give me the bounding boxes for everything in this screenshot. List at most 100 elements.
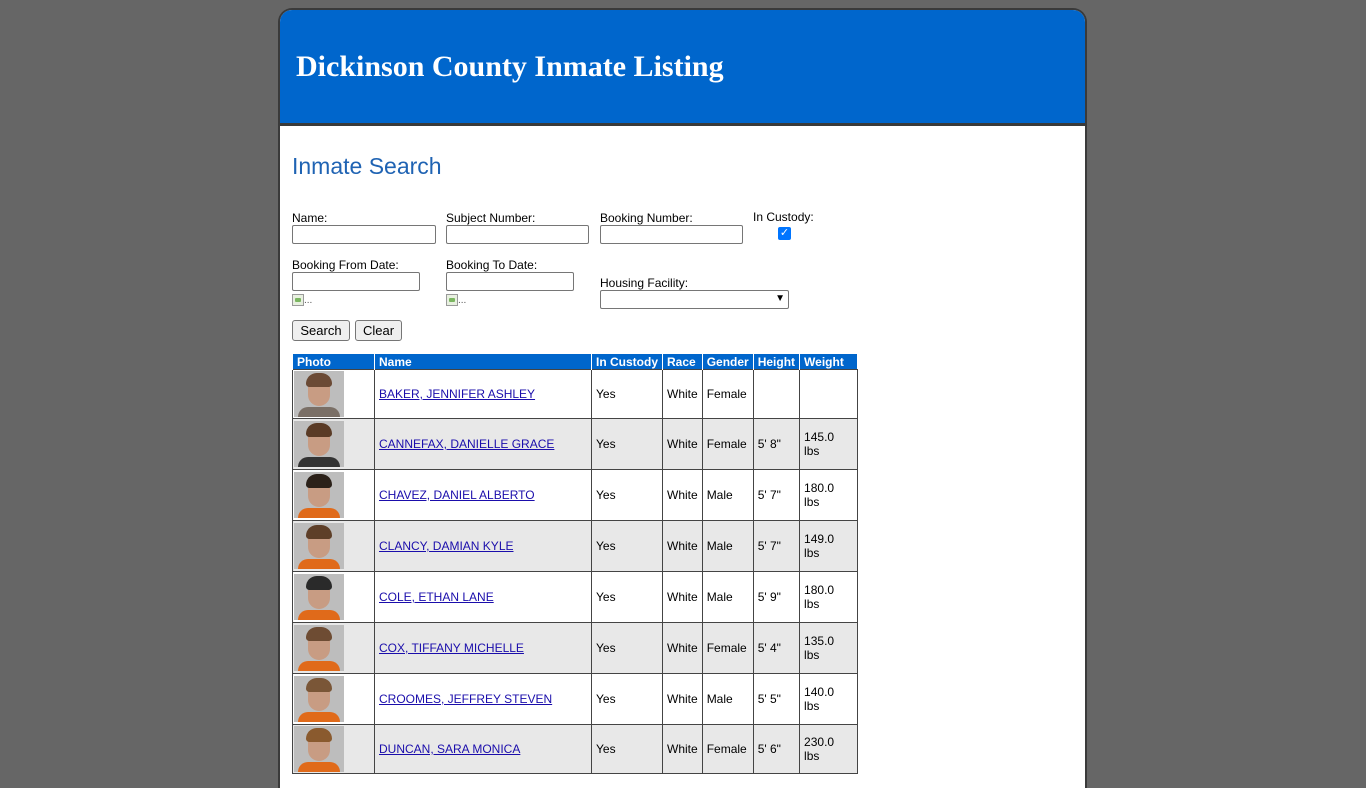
weight-cell: 180.0 lbs xyxy=(799,571,858,623)
housing-facility-select[interactable]: ▼ xyxy=(600,290,789,309)
inmate-name-link[interactable]: CANNEFAX, DANIELLE GRACE xyxy=(379,437,554,451)
column-header-name: Name xyxy=(374,354,592,370)
mugshot-shirt xyxy=(298,407,340,417)
inmate-photo[interactable] xyxy=(294,625,344,671)
mugshot-shirt xyxy=(298,508,340,518)
column-header-race: Race xyxy=(662,354,703,370)
race-cell: White xyxy=(662,673,703,725)
height-cell xyxy=(752,369,801,419)
table-row: BAKER, JENNIFER ASHLEY Yes White Female xyxy=(292,369,858,419)
inmate-name-link[interactable]: CROOMES, JEFFREY STEVEN xyxy=(379,692,552,706)
name-input[interactable] xyxy=(292,225,436,244)
to-date-calendar-alt: ... xyxy=(458,295,467,306)
table-row: CROOMES, JEFFREY STEVEN Yes White Male 5' 5"… xyxy=(292,673,858,725)
table-row: COX, TIFFANY MICHELLE Yes White Female 5' 4"… xyxy=(292,622,858,674)
in-custody-cell: Yes xyxy=(591,571,663,623)
in-custody-cell: Yes xyxy=(591,369,663,419)
in-custody-label: In Custody: xyxy=(753,210,814,224)
booking-from-date-label: Booking From Date: xyxy=(292,258,399,272)
weight-cell: 180.0 lbs xyxy=(799,469,858,521)
inmate-photo[interactable] xyxy=(294,371,344,417)
inmate-name-link[interactable]: DUNCAN, SARA MONICA xyxy=(379,742,520,756)
table-row: CANNEFAX, DANIELLE GRACE Yes White Female 5'… xyxy=(292,418,858,470)
table-row: CHAVEZ, DANIEL ALBERTO Yes White Male 5' 7" 1… xyxy=(292,469,858,521)
column-header-weight: Weight xyxy=(799,354,858,370)
gender-cell: Female xyxy=(701,418,754,470)
weight-cell: 149.0 lbs xyxy=(799,520,858,572)
column-header-in-custody: In Custody xyxy=(591,354,663,370)
chevron-down-icon: ▼ xyxy=(775,293,785,304)
gender-cell: Male xyxy=(701,469,754,521)
race-cell: White xyxy=(662,724,703,774)
mugshot-shirt xyxy=(298,457,340,467)
weight-cell xyxy=(799,369,858,419)
height-cell: 5' 7" xyxy=(752,469,801,521)
inmate-photo[interactable] xyxy=(294,574,344,620)
booking-from-date-input[interactable] xyxy=(292,272,420,291)
weight-cell: 145.0 lbs xyxy=(799,418,858,470)
photo-cell xyxy=(292,673,375,725)
race-cell: White xyxy=(662,418,703,470)
booking-to-date-input[interactable] xyxy=(446,272,574,291)
inmate-photo[interactable] xyxy=(294,472,344,518)
photo-cell xyxy=(292,571,375,623)
gender-cell: Female xyxy=(701,622,754,674)
mugshot-hair xyxy=(306,678,332,692)
mugshot-shirt xyxy=(298,661,340,671)
booking-number-input[interactable] xyxy=(600,225,743,244)
race-cell: White xyxy=(662,571,703,623)
name-cell: COLE, ETHAN LANE xyxy=(374,571,592,623)
to-date-calendar[interactable]: ... xyxy=(446,294,466,308)
name-cell: CLANCY, DAMIAN KYLE xyxy=(374,520,592,572)
inmate-name-link[interactable]: CLANCY, DAMIAN KYLE xyxy=(379,539,514,553)
inmate-photo[interactable] xyxy=(294,726,344,772)
height-cell: 5' 4" xyxy=(752,622,801,674)
clear-button[interactable]: Clear xyxy=(355,320,402,341)
inmate-name-link[interactable]: BAKER, JENNIFER ASHLEY xyxy=(379,387,535,401)
subject-number-input[interactable] xyxy=(446,225,589,244)
inmate-photo[interactable] xyxy=(294,421,344,467)
table-row: DUNCAN, SARA MONICA Yes White Female 5' 6" 23… xyxy=(292,724,858,774)
inmate-name-link[interactable]: CHAVEZ, DANIEL ALBERTO xyxy=(379,488,535,502)
inmate-photo[interactable] xyxy=(294,676,344,722)
photo-cell xyxy=(292,469,375,521)
inmate-name-link[interactable]: COX, TIFFANY MICHELLE xyxy=(379,641,524,655)
results-table: Photo Name In Custody Race Gender Height… xyxy=(292,354,858,774)
from-date-calendar-alt: ... xyxy=(304,295,313,306)
from-date-calendar[interactable]: ... xyxy=(292,294,312,308)
inmate-photo[interactable] xyxy=(294,523,344,569)
in-custody-cell: Yes xyxy=(591,724,663,774)
photo-cell xyxy=(292,418,375,470)
mugshot-shirt xyxy=(298,762,340,772)
results-table-body: BAKER, JENNIFER ASHLEY Yes White Female CANN… xyxy=(292,369,858,774)
gender-cell: Female xyxy=(701,724,754,774)
mugshot-hair xyxy=(306,423,332,437)
calendar-icon xyxy=(446,294,458,307)
gender-cell: Male xyxy=(701,520,754,572)
mugshot-hair xyxy=(306,627,332,641)
name-cell: CANNEFAX, DANIELLE GRACE xyxy=(374,418,592,470)
in-custody-cell: Yes xyxy=(591,469,663,521)
race-cell: White xyxy=(662,622,703,674)
search-button[interactable]: Search xyxy=(292,320,350,341)
mugshot-hair xyxy=(306,474,332,488)
name-cell: BAKER, JENNIFER ASHLEY xyxy=(374,369,592,419)
name-label: Name: xyxy=(292,211,328,225)
mugshot-hair xyxy=(306,728,332,742)
gender-cell: Male xyxy=(701,673,754,725)
photo-cell xyxy=(292,724,375,774)
column-header-photo: Photo xyxy=(292,354,375,370)
name-cell: COX, TIFFANY MICHELLE xyxy=(374,622,592,674)
mugshot-hair xyxy=(306,576,332,590)
inmate-name-link[interactable]: COLE, ETHAN LANE xyxy=(379,590,494,604)
race-cell: White xyxy=(662,520,703,572)
photo-cell xyxy=(292,520,375,572)
weight-cell: 140.0 lbs xyxy=(799,673,858,725)
height-cell: 5' 8" xyxy=(752,418,801,470)
name-cell: CROOMES, JEFFREY STEVEN xyxy=(374,673,592,725)
in-custody-cell: Yes xyxy=(591,673,663,725)
gender-cell: Male xyxy=(701,571,754,623)
table-row: COLE, ETHAN LANE Yes White Male 5' 9" 180.0 l… xyxy=(292,571,858,623)
site-header: Dickinson County Inmate Listing xyxy=(280,10,1085,126)
in-custody-checkbox[interactable]: ✓ xyxy=(778,227,791,240)
